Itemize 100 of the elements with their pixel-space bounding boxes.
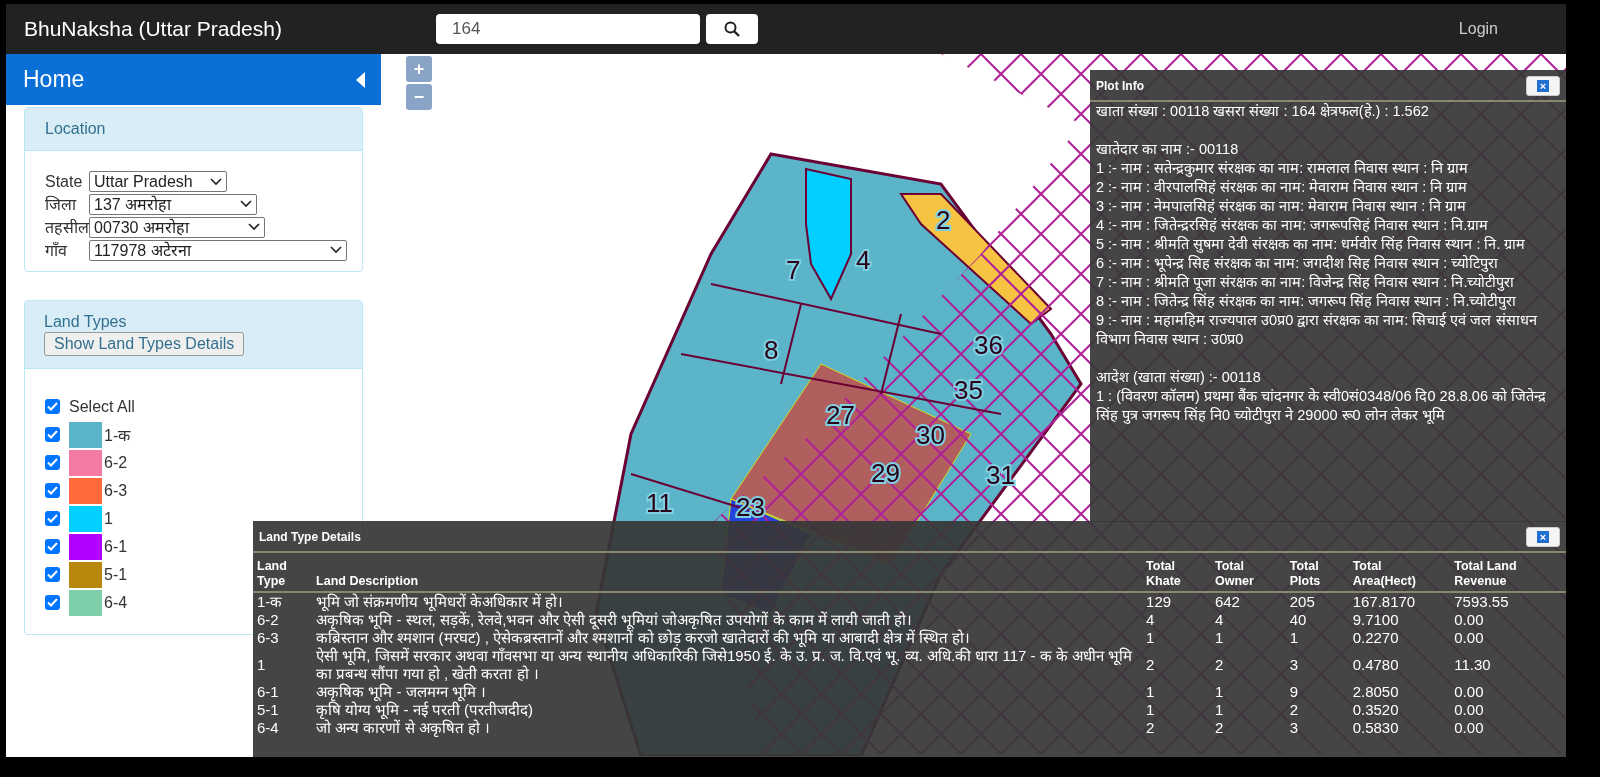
column-header: Total Land Revenue	[1450, 553, 1566, 592]
table-cell-text: 1	[1213, 701, 1225, 719]
dropdown[interactable]: Uttar Pradesh	[89, 171, 227, 192]
table-cell: कब्रिस्तान और श्मशान (मरघट) , ऐसेकब्रस्तानों और श्मशानों को छोड़ करजो खातेदारों की भूमि या आबादी क्षेत्र में स्थित हो।	[312, 629, 1143, 647]
column-header: Total Khate	[1142, 553, 1211, 592]
land-type-label: 6-3	[104, 481, 128, 500]
home-title: Home	[23, 66, 85, 93]
column-header: Land Description	[312, 553, 1143, 592]
home-bar[interactable]: Home	[6, 54, 381, 105]
login-link[interactable]: Login	[1458, 20, 1498, 38]
table-cell-text: कृषि योग्य भूमि - नई परती (परतीजदीद)	[315, 701, 535, 719]
checkbox[interactable]	[45, 567, 60, 582]
table-cell-text: 1	[1213, 629, 1225, 647]
parcel-number: 2	[936, 205, 951, 235]
table-cell-text: 1	[1145, 629, 1156, 647]
table-cell-text: 1	[256, 655, 267, 675]
owner-entry: 1 :- नाम : सतेन्द्रकुमार संरक्षक का नाम: रामलाल निवास स्थान : नि ग्राम	[1095, 159, 1470, 178]
table-cell-text: 2	[1213, 655, 1225, 675]
column-header: Total Area(Hect)	[1348, 553, 1451, 592]
table-cell: 205	[1285, 592, 1349, 611]
owner-entry: 6 :- नाम : भूपेन्द्र सिह संरक्षक का नाम: जगदीश सिह निवास स्थान : च्योटिपुरा	[1095, 254, 1500, 273]
table-cell-text: जो अन्य कारणों से अकृषित हो ।	[315, 719, 492, 737]
dropdown[interactable]: 137 अमरोहा	[89, 193, 257, 215]
field-label: जिला	[45, 194, 78, 215]
checkbox[interactable]	[45, 455, 60, 470]
table-cell-text: 0.2270	[1351, 629, 1400, 647]
orders-heading: आदेश (खाता संख्या) :- 00118	[1095, 368, 1262, 387]
table-cell-text: 6-1	[256, 683, 280, 701]
land-type-label: 1-क	[104, 425, 131, 446]
search-button[interactable]	[706, 14, 758, 44]
table-cell-text: 4	[1145, 611, 1156, 629]
field-label: गाँव	[45, 241, 68, 261]
table-cell-text: 4	[1213, 611, 1225, 629]
table-cell: भूमि जो संक्रमणीय भूमिधरों केअधिकार में हो।	[312, 592, 1143, 611]
owner-entry: 7 :- नाम : श्रीमति पूजा संरक्षक का नाम: विजेन्द्र सिंह निवास स्थान : नि.च्योटीपुरा	[1095, 273, 1516, 292]
parcel-number: 27	[826, 400, 855, 430]
checkbox[interactable]	[45, 595, 60, 610]
parcel-number: 7	[786, 255, 801, 285]
table-cell-text: 3	[1288, 655, 1300, 675]
checkbox[interactable]	[45, 399, 60, 414]
dropdown-caret-icon	[210, 177, 222, 186]
owner-entry: 5 :- नाम : श्रीमति सुषमा देवी संरक्षक का नाम: धर्मवीर सिंह निवास स्थान : नि. ग्राम	[1095, 235, 1527, 254]
table-cell-text: 2	[1213, 719, 1225, 737]
parcel-number: 30	[916, 420, 945, 450]
field-label: State	[45, 172, 84, 191]
owner-entry: 4 :- नाम : जितेन्द्ररसिहं संरक्षक का नाम: जगरूपसिहं निवास स्थान : नि.ग्राम	[1095, 216, 1490, 235]
checkbox-label: Select All	[69, 397, 135, 416]
table-cell-text: ऐसी भूमि, जिसमें सरकार अथवा गाँवसभा या अन्य स्थानीय अधिकारिकी जिसे1950 ई. के उ. प्र. ज. वि.एवं भू. व्य. अधि.की धारा 117 - क के अधीन भूमि का प्रबन्ध सौंपा गया हो , खेती करता हो ।	[315, 647, 1134, 683]
dropdown[interactable]: 00730 अमरोहा	[89, 216, 265, 238]
collapse-icon[interactable]	[356, 71, 365, 88]
table-cell-text: 1	[1145, 683, 1156, 701]
table-cell-text: 5-1	[256, 701, 280, 719]
land-type-label: 6-1	[104, 537, 128, 556]
dropdown-caret-icon	[248, 223, 260, 231]
show-details-button[interactable]: Show Land Types Details	[44, 332, 245, 356]
checkbox[interactable]	[45, 483, 60, 498]
table-cell-text: 2	[1288, 701, 1300, 719]
table-cell-text: 1	[1213, 683, 1225, 701]
table-cell: 129	[1142, 592, 1211, 611]
table-cell: 1-क	[253, 592, 313, 611]
table-cell-text: 9.7100	[1351, 611, 1400, 629]
close-button[interactable]: ×	[1526, 527, 1560, 547]
table-cell-text: 0.00	[1453, 719, 1485, 737]
owner-entry: 8 :- नाम : जितेन्द्र सिंह संरक्षक का नाम: जगरूप सिंह निवास स्थान : नि.च्योटीपुरा	[1095, 292, 1518, 311]
land-type-label: 5-1	[104, 565, 128, 584]
checkbox[interactable]	[45, 511, 60, 526]
table-cell-text: 0.00	[1453, 611, 1485, 629]
table-cell-text: 0.00	[1453, 683, 1485, 701]
owner-entry: 9 :- नाम : महामहिम राज्यपाल उ0प्र0 द्वारा संरक्षक का नाम: सिचाई एवं जल संसाधन विभाग निवास स्थान : उ0प्र0	[1095, 311, 1539, 349]
parcel-number: 8	[764, 335, 779, 365]
table-cell-text: 40	[1288, 611, 1308, 629]
field-label: तहसील	[45, 217, 89, 238]
parcel-number: 4	[856, 245, 871, 275]
search-field[interactable]: 164	[436, 14, 700, 44]
parcel-number: 29	[871, 458, 900, 488]
table-cell-text: 2	[1145, 655, 1156, 675]
dropdown[interactable]: 117978 अटेरना	[89, 239, 347, 261]
land-type-label: 6-2	[104, 453, 128, 472]
column-header: Total Owner	[1210, 553, 1286, 592]
table-cell: अकृषिक भूमि - स्थल, सड़कें, रेलवे,भवन और ऐसी दूसरी भूमियां जोअकृषित उपयोगों के काम में लायी जाती हो।	[312, 611, 1143, 629]
dropdown-caret-icon	[240, 200, 252, 208]
dropdown-caret-icon	[330, 246, 342, 254]
table-cell: 7593.55	[1450, 592, 1566, 611]
panel-title: Land Type Details	[259, 530, 361, 544]
table-cell-text: 9	[1288, 683, 1300, 701]
checkbox[interactable]	[45, 427, 60, 442]
panel-title: Plot Info	[1096, 79, 1144, 93]
close-button[interactable]: ×	[1526, 76, 1560, 96]
table-cell: 167.8170	[1348, 592, 1451, 611]
owner-entry: 2 :- नाम : वीरपालसिहं संरक्षक का नाम: मेवाराम निवास स्थान : नि ग्राम	[1095, 178, 1469, 197]
table-cell-text: 3	[1288, 719, 1300, 737]
search-icon	[724, 21, 740, 37]
owners-heading: खातेदार का नाम :- 00118	[1095, 140, 1240, 159]
table-cell-text: 2.8050	[1351, 683, 1400, 701]
plot-summary: खाता संख्या : 00118 खसरा संख्या : 164 क्षेत्रफल(हे.) : 1.562	[1095, 102, 1430, 121]
table-cell-text: 0.00	[1453, 629, 1485, 647]
land-type-label: 6-4	[104, 593, 128, 612]
table-cell-text: 11.30	[1453, 655, 1492, 675]
table-cell-text: 0.5830	[1351, 719, 1400, 737]
checkbox[interactable]	[45, 539, 60, 554]
